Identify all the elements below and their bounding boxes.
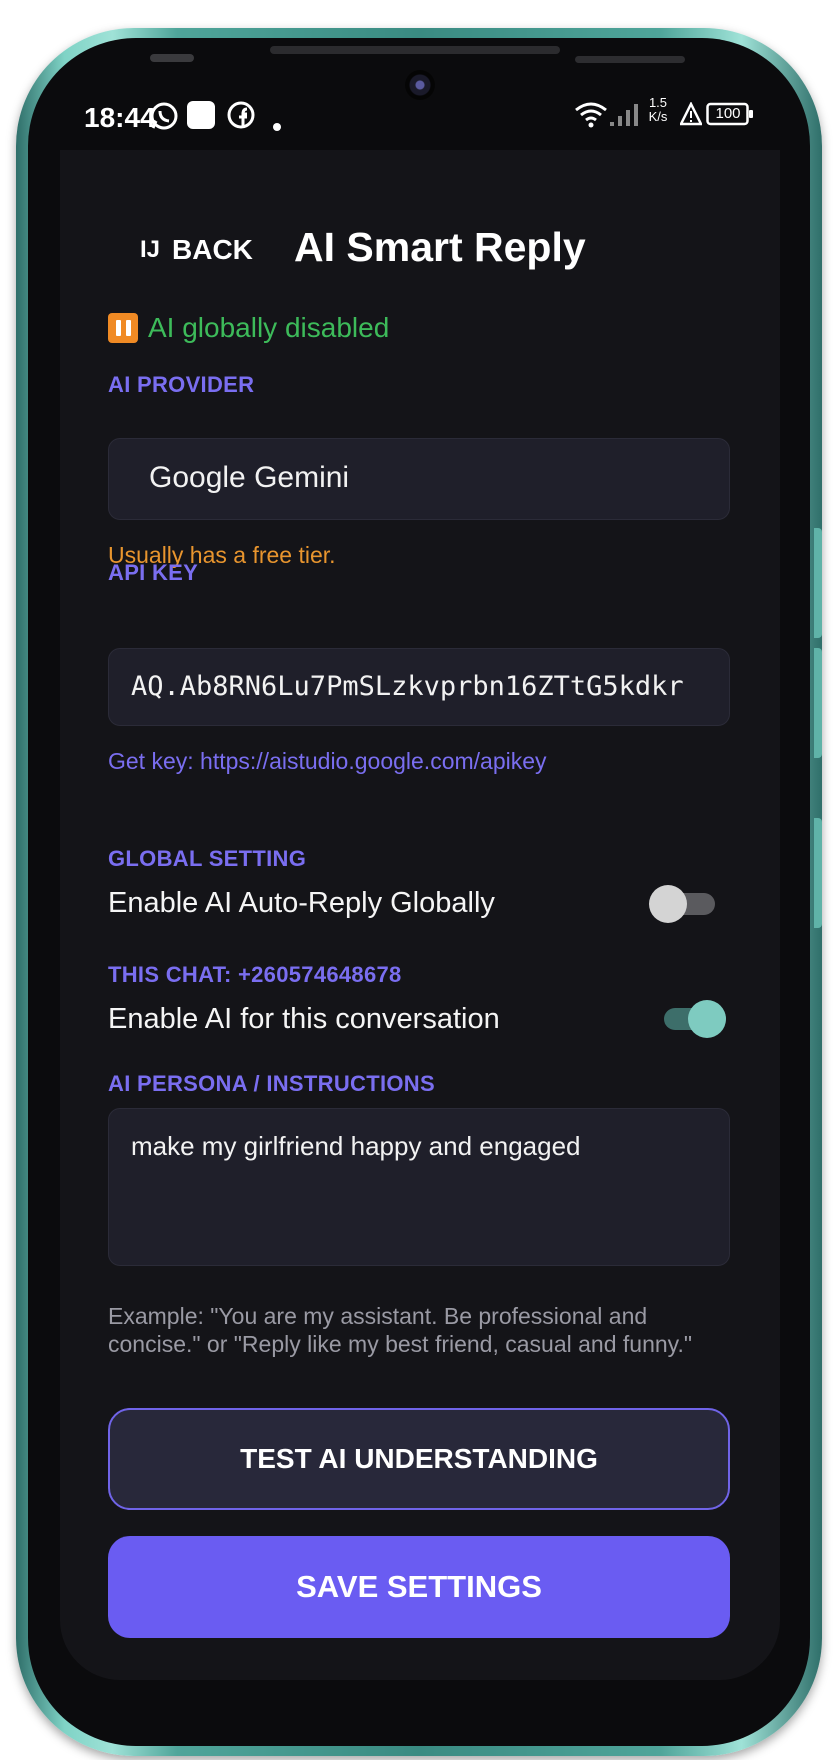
volume-up-button xyxy=(814,528,822,638)
global-toggle-label: Enable AI Auto-Reply Globally xyxy=(108,887,495,919)
back-button[interactable]: IJ BACK xyxy=(140,230,253,270)
status-bar: 18:44 1.5 K/s 100 xyxy=(60,96,760,140)
alert-icon xyxy=(678,101,704,133)
global-ai-toggle[interactable] xyxy=(649,885,715,923)
net-speed: 1.5 K/s xyxy=(648,95,668,124)
this-chat-label: THIS CHAT: +260574648678 xyxy=(108,962,402,987)
sensor-slot-right xyxy=(575,56,685,63)
page-title: AI Smart Reply xyxy=(294,224,586,270)
volume-down-button xyxy=(814,648,822,758)
back-icon: IJ xyxy=(140,236,161,263)
chat-toggle-label: Enable AI for this conversation xyxy=(108,1003,500,1035)
ai-status-row: AI globally disabled xyxy=(108,312,389,344)
facebook-icon xyxy=(226,100,256,137)
provider-label: AI PROVIDER xyxy=(108,372,255,397)
provider-select[interactable]: Google Gemini xyxy=(108,438,730,520)
persona-textarea[interactable]: make my girlfriend happy and engaged xyxy=(108,1108,730,1266)
dot-icon xyxy=(272,108,282,139)
get-key-link[interactable]: Get key: https://aistudio.google.com/api… xyxy=(108,748,547,775)
app-screen: IJ BACK AI Smart Reply AI globally disab… xyxy=(60,150,780,1680)
api-key-label: API KEY xyxy=(108,560,199,585)
earpiece-slot xyxy=(270,46,560,54)
test-ai-button[interactable]: TEST AI UNDERSTANDING xyxy=(108,1408,730,1510)
app-square-icon xyxy=(186,100,216,137)
chat-ai-toggle[interactable] xyxy=(660,1000,726,1038)
battery-icon: 100 xyxy=(706,102,754,133)
save-settings-button[interactable]: SAVE SETTINGS xyxy=(108,1536,730,1638)
global-setting-label: GLOBAL SETTING xyxy=(108,846,307,871)
back-label: BACK xyxy=(172,234,253,265)
sensor-slot xyxy=(150,54,194,62)
battery-level: 100 xyxy=(715,105,741,122)
pause-icon xyxy=(108,313,138,343)
api-key-input[interactable]: AQ.Ab8RN6Lu7PmSLzkvprbn16ZTtG5kdkr xyxy=(108,648,730,726)
front-camera xyxy=(405,70,435,100)
power-button xyxy=(814,818,822,928)
header: IJ BACK AI Smart Reply xyxy=(108,220,730,280)
persona-label: AI PERSONA / INSTRUCTIONS xyxy=(108,1071,435,1096)
whatsapp-icon xyxy=(148,100,180,139)
status-time: 18:44 xyxy=(84,102,156,133)
ai-status-text: AI globally disabled xyxy=(148,312,390,343)
persona-example: Example: "You are my assistant. Be profe… xyxy=(108,1303,693,1357)
signal-icon xyxy=(608,100,642,135)
wifi-icon xyxy=(574,100,608,135)
